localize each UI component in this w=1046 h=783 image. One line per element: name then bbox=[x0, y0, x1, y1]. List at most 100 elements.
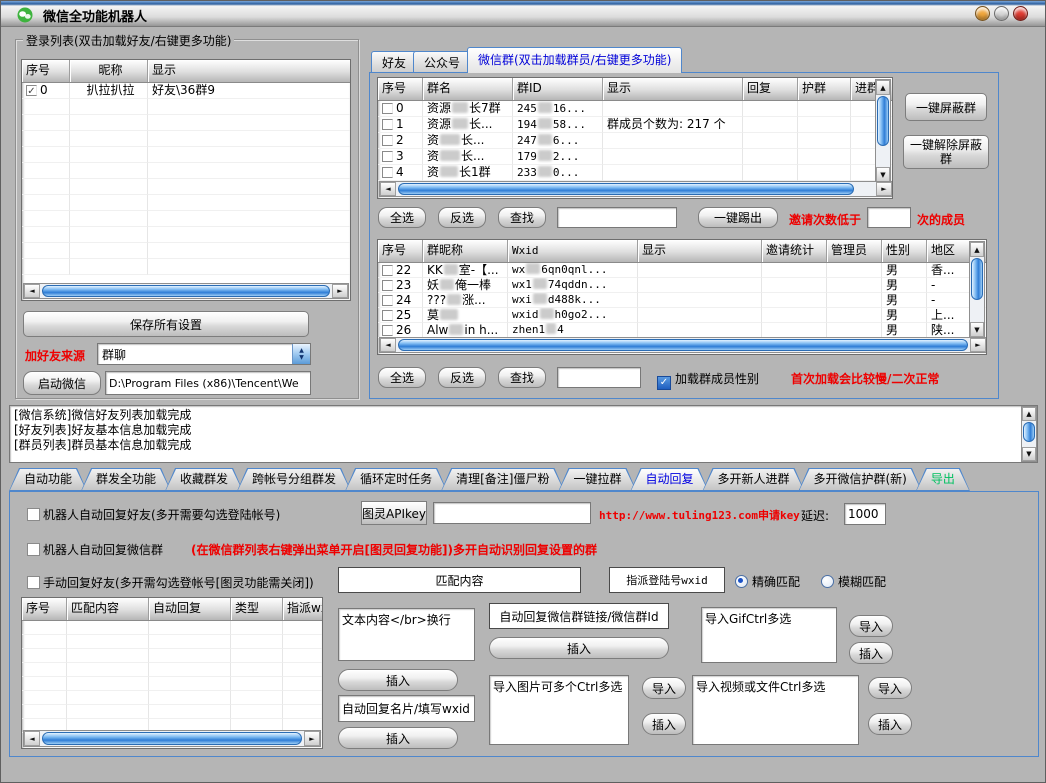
maximize-button[interactable] bbox=[994, 6, 1009, 21]
tab-auto-reply[interactable]: 自动回复 bbox=[630, 468, 708, 491]
scroll-up-icon[interactable]: ▲ bbox=[1022, 407, 1036, 421]
insert-card-button[interactable]: 插入 bbox=[338, 727, 458, 749]
close-button[interactable] bbox=[1013, 6, 1028, 21]
row-checkbox[interactable] bbox=[382, 265, 393, 276]
scroll-thumb[interactable] bbox=[398, 183, 854, 195]
members-select-all-button[interactable]: 全选 bbox=[378, 367, 426, 388]
tab-favorite-send[interactable]: 收藏群发 bbox=[165, 468, 243, 491]
import-gif-area[interactable]: 导入GifCtrl多选 bbox=[701, 607, 837, 663]
dropdown-spinner-icon[interactable]: ▲▼ bbox=[292, 344, 310, 364]
row-checkbox[interactable] bbox=[382, 103, 393, 114]
log-vscrollbar[interactable]: ▲ ▼ bbox=[1021, 406, 1037, 462]
member-row[interactable]: 23 妖俺一棒 wx174qddn... 男- bbox=[378, 278, 986, 293]
member-row[interactable]: 26 Alwin h... zhen14 男陕... bbox=[378, 323, 986, 338]
scroll-thumb[interactable] bbox=[42, 285, 330, 297]
import-image-button[interactable]: 导入 bbox=[642, 677, 686, 699]
radio-exact-match[interactable]: 精确匹配 bbox=[735, 573, 800, 590]
groups-select-all-button[interactable]: 全选 bbox=[378, 207, 426, 228]
group-row[interactable]: 4 资长1群 2330... bbox=[378, 165, 892, 181]
row-checkbox[interactable] bbox=[382, 280, 393, 291]
scroll-thumb[interactable] bbox=[971, 258, 983, 300]
login-row-checkbox[interactable]: ✓ bbox=[26, 85, 37, 96]
kick-button[interactable]: 一键踢出 bbox=[698, 207, 778, 228]
scroll-left-icon[interactable]: ◄ bbox=[24, 731, 40, 746]
groups-table-vscrollbar[interactable]: ▲ ▼ bbox=[875, 79, 891, 183]
scroll-thumb[interactable] bbox=[398, 339, 968, 351]
launch-wechat-button[interactable]: 启动微信 bbox=[23, 371, 101, 395]
login-row[interactable]: ✓0 扒拉扒拉 好友\36群9 bbox=[22, 83, 350, 99]
text-content-area[interactable]: 文本内容</br>换行 bbox=[338, 608, 475, 661]
invite-count-input[interactable] bbox=[867, 207, 911, 228]
scroll-left-icon[interactable]: ◄ bbox=[380, 338, 396, 352]
unblock-groups-button[interactable]: 一键解除屏蔽群 bbox=[903, 135, 989, 169]
scroll-right-icon[interactable]: ► bbox=[304, 731, 320, 746]
row-checkbox[interactable] bbox=[382, 135, 393, 146]
insert-image-button[interactable]: 插入 bbox=[642, 713, 686, 735]
block-groups-button[interactable]: 一键屏蔽群 bbox=[905, 93, 987, 121]
match-content-button[interactable]: 匹配内容 bbox=[338, 567, 581, 593]
tab-friends[interactable]: 好友 bbox=[371, 51, 417, 73]
scroll-left-icon[interactable]: ◄ bbox=[380, 182, 396, 196]
tab-multi-guard-group[interactable]: 多开微信护群(新) bbox=[799, 468, 922, 491]
tab-export[interactable]: 导出 bbox=[916, 468, 970, 491]
scroll-right-icon[interactable]: ► bbox=[970, 338, 986, 352]
import-gif-button[interactable]: 导入 bbox=[849, 615, 893, 637]
import-image-area[interactable]: 导入图片可多个Ctrl多选 bbox=[489, 675, 629, 745]
scroll-down-icon[interactable]: ▼ bbox=[1022, 447, 1036, 461]
unchecked-checkbox-icon[interactable] bbox=[27, 508, 40, 521]
row-checkbox[interactable] bbox=[382, 325, 393, 336]
row-checkbox[interactable] bbox=[382, 151, 393, 162]
group-link-button[interactable]: 自动回复微信群链接/微信群Id bbox=[489, 603, 669, 629]
scroll-right-icon[interactable]: ► bbox=[876, 182, 892, 196]
tuling-apikey-button[interactable]: 图灵APIkey bbox=[361, 501, 427, 525]
radio-fuzzy-match[interactable]: 模糊匹配 bbox=[821, 573, 886, 590]
login-table-hscrollbar[interactable]: ◄ ► bbox=[23, 283, 349, 299]
log-area[interactable]: [微信系统]微信好友列表加载完成 [好友列表]好友基本信息加载完成 [群员列表]… bbox=[9, 405, 1038, 463]
members-table-hscrollbar[interactable]: ◄ ► bbox=[379, 337, 987, 353]
auto-reply-group-checkbox[interactable]: 机器人自动回复微信群 bbox=[27, 541, 163, 558]
insert-video-button[interactable]: 插入 bbox=[868, 713, 912, 735]
members-table-vscrollbar[interactable]: ▲ ▼ bbox=[969, 241, 985, 338]
tab-official-accounts[interactable]: 公众号 bbox=[413, 51, 471, 73]
radio-selected-icon[interactable] bbox=[735, 575, 748, 588]
import-video-area[interactable]: 导入视频或文件Ctrl多选 bbox=[692, 675, 859, 745]
tab-cross-account-send[interactable]: 跨帐号分组群发 bbox=[237, 468, 351, 491]
tab-loop-tasks[interactable]: 循环定时任务 bbox=[345, 468, 447, 491]
import-video-button[interactable]: 导入 bbox=[868, 677, 912, 699]
apikey-input[interactable] bbox=[433, 502, 591, 524]
scroll-thumb[interactable] bbox=[1023, 422, 1035, 442]
member-row[interactable]: 24 ???涨... wxid488k... 男- bbox=[378, 293, 986, 308]
unchecked-checkbox-icon[interactable] bbox=[27, 543, 40, 556]
friend-source-dropdown[interactable]: 群聊 ▲▼ bbox=[97, 343, 311, 365]
scroll-up-icon[interactable]: ▲ bbox=[876, 80, 890, 95]
tuling-link[interactable]: http://www.tuling123.com申请key bbox=[599, 507, 800, 523]
wechat-path-input[interactable] bbox=[105, 371, 311, 395]
scroll-thumb[interactable] bbox=[42, 732, 302, 745]
load-gender-checkbox[interactable]: ✓加载群成员性别 bbox=[657, 370, 759, 390]
groups-invert-select-button[interactable]: 反选 bbox=[438, 207, 486, 228]
save-settings-button[interactable]: 保存所有设置 bbox=[23, 311, 309, 337]
insert-gif-button[interactable]: 插入 bbox=[849, 642, 893, 664]
tab-multi-new-member[interactable]: 多开新人进群 bbox=[702, 468, 804, 491]
group-row[interactable]: 1 资源长... 19458... 群成员个数为: 217 个 bbox=[378, 117, 892, 133]
tab-auto-functions[interactable]: 自动功能 bbox=[9, 468, 87, 491]
assign-login-wxid-button[interactable]: 指派登陆号wxid bbox=[609, 567, 725, 593]
auto-reply-friend-checkbox[interactable]: 机器人自动回复好友(多开需要勾选登陆帐号) bbox=[27, 506, 280, 523]
tab-clean-zombie-fans[interactable]: 清理[备注]僵尸粉 bbox=[441, 468, 564, 491]
groups-table-hscrollbar[interactable]: ◄ ► bbox=[379, 181, 893, 197]
group-row[interactable]: 2 资长... 2476... bbox=[378, 133, 892, 149]
radio-unselected-icon[interactable] bbox=[821, 575, 834, 588]
row-checkbox[interactable] bbox=[382, 119, 393, 130]
tab-mass-send[interactable]: 群发全功能 bbox=[81, 468, 171, 491]
member-row[interactable]: 22 KK室-【... wx6qn0qnl... 男香... bbox=[378, 263, 986, 278]
tab-wechat-groups[interactable]: 微信群(双击加载群员/右键更多功能) bbox=[467, 47, 682, 73]
members-find-button[interactable]: 查找 bbox=[498, 367, 546, 388]
manual-reply-checkbox[interactable]: 手动回复好友(多开需勾选登帐号[图灵功能需关闭]) bbox=[27, 574, 314, 591]
scroll-down-icon[interactable]: ▼ bbox=[970, 322, 984, 337]
reply-rules-hscrollbar[interactable]: ◄ ► bbox=[23, 730, 321, 747]
members-invert-select-button[interactable]: 反选 bbox=[438, 367, 486, 388]
insert-text-button[interactable]: 插入 bbox=[338, 669, 458, 691]
groups-search-input[interactable] bbox=[557, 207, 677, 228]
insert-group-link-button[interactable]: 插入 bbox=[489, 637, 669, 659]
row-checkbox[interactable] bbox=[382, 310, 393, 321]
